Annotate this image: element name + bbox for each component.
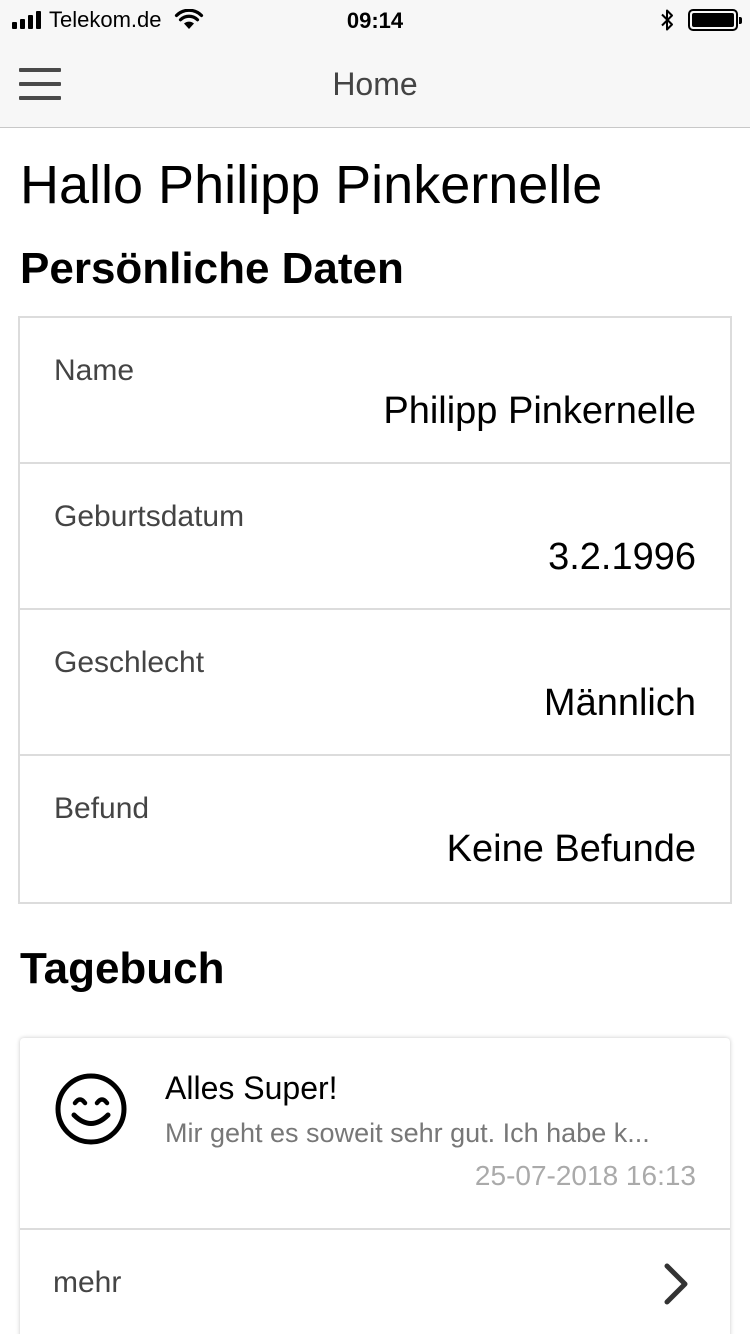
row-label: Name (54, 354, 135, 387)
status-time: 09:14 (346, 8, 404, 33)
greeting-heading: Hallo Philipp Pinkernelle (20, 155, 603, 215)
personal-data-list: Name Philipp Pinkernelle Geburtsdatum 3.… (18, 316, 732, 904)
personal-data-title: Persönliche Daten (20, 244, 404, 293)
status-bar-right (660, 8, 742, 32)
row-label: Geschlecht (54, 646, 205, 679)
entry-title: Alles Super! (165, 1070, 338, 1106)
more-label: mehr (53, 1266, 122, 1299)
data-row-gender: Geschlecht Männlich (20, 610, 730, 756)
nav-title: Home (332, 66, 418, 102)
battery-fill (692, 13, 734, 27)
entry-preview-text: Mir geht es soweit sehr gut. Ich habe k.… (165, 1118, 650, 1148)
navigation-bar: Home (0, 40, 750, 128)
data-row-findings: Befund Keine Befunde (20, 756, 730, 902)
bluetooth-icon (661, 9, 673, 31)
chevron-right-icon (664, 1263, 688, 1305)
row-value: Männlich (543, 682, 696, 724)
row-value: Keine Befunde (446, 828, 696, 870)
row-value: Philipp Pinkernelle (383, 390, 696, 432)
battery-icon (688, 9, 742, 31)
diary-entry-card[interactable]: Alles Super! Mir geht es soweit sehr gut… (20, 1038, 730, 1334)
row-label: Geburtsdatum (54, 500, 245, 533)
entry-timestamp: 25-07-2018 16:13 (474, 1160, 696, 1191)
row-label: Befund (54, 792, 150, 825)
diary-title: Tagebuch (20, 944, 225, 993)
data-row-name: Name Philipp Pinkernelle (20, 318, 730, 464)
more-button[interactable]: mehr (20, 1230, 730, 1334)
data-row-birthdate: Geburtsdatum 3.2.1996 (20, 464, 730, 610)
status-bar: Telekom.de 09:14 (0, 0, 750, 40)
smiley-face-icon (55, 1073, 127, 1145)
row-value: 3.2.1996 (548, 536, 696, 578)
